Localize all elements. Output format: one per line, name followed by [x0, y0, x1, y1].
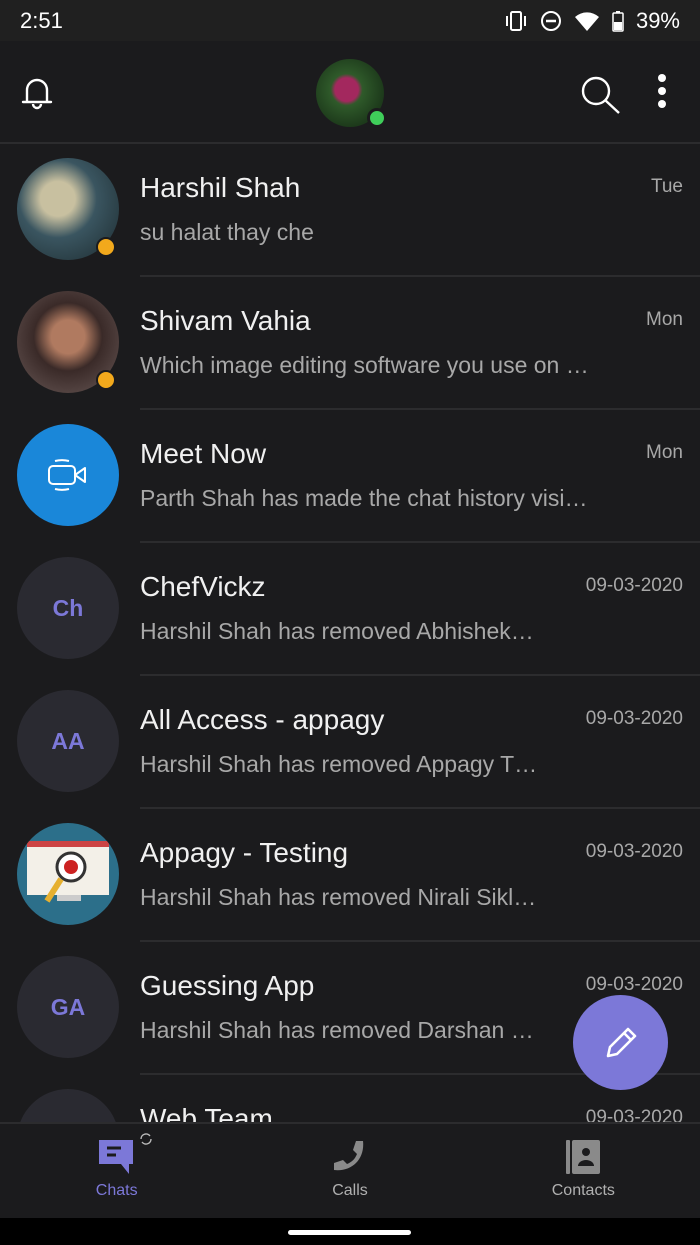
- chat-name: All Access - appagy: [140, 704, 385, 735]
- chat-date: 09-03-2020: [585, 841, 683, 862]
- do-not-disturb-icon: [540, 10, 561, 31]
- online-status-dot: [367, 108, 387, 128]
- chat-preview: Which image editing software you use on …: [140, 352, 589, 378]
- avatar-initials: AA: [17, 690, 119, 792]
- chat-date: 09-03-2020: [585, 575, 683, 596]
- chat-date: Mon: [646, 309, 683, 330]
- bug-image: [27, 841, 109, 903]
- top-app-bar: [0, 41, 700, 144]
- chat-date: 09-03-2020: [585, 708, 683, 729]
- chat-preview: Harshil Shah has removed Abhishek…: [140, 618, 534, 644]
- vibrate-icon: [505, 10, 526, 31]
- chat-name: Shivam Vahia: [140, 305, 311, 336]
- gesture-bar: [0, 1218, 700, 1245]
- chat-name: Meet Now: [140, 438, 267, 469]
- contacts-book-icon: [566, 1140, 601, 1174]
- search-icon[interactable]: [580, 75, 622, 115]
- chat-name: ChefVickz: [140, 571, 266, 602]
- status-bar: 2:51 39%: [0, 0, 700, 41]
- tab-calls[interactable]: Calls: [233, 1124, 466, 1218]
- battery-icon: [612, 10, 624, 32]
- tab-label: Calls: [332, 1182, 368, 1199]
- tab-label: Contacts: [551, 1182, 615, 1199]
- sync-icon: [140, 1133, 152, 1145]
- pencil-icon: [606, 1027, 636, 1057]
- chat-date: Tue: [650, 176, 683, 197]
- bell-icon[interactable]: [20, 75, 54, 111]
- chat-row[interactable]: Ch ChefVickz Harshil Shah has removed Ab…: [0, 543, 700, 676]
- chat-date: 09-03-2020: [585, 1107, 683, 1122]
- tab-contacts[interactable]: Contacts: [467, 1124, 700, 1218]
- chat-row[interactable]: Meet Now Parth Shah has made the chat hi…: [0, 410, 700, 543]
- wifi-icon: [574, 11, 599, 31]
- video-camera-icon: [48, 459, 86, 491]
- tab-chats[interactable]: Chats: [0, 1124, 233, 1218]
- avatar: [17, 823, 119, 925]
- chat-row[interactable]: Shivam Vahia Which image editing softwar…: [0, 277, 700, 410]
- chat-preview: su halat thay che: [140, 219, 314, 245]
- chat-row[interactable]: Harshil Shah su halat thay che Tue: [0, 144, 700, 277]
- home-handle[interactable]: [288, 1230, 411, 1235]
- phone-icon: [333, 1141, 364, 1171]
- chat-date: Mon: [646, 442, 683, 463]
- avatar-initials: Ch: [17, 557, 119, 659]
- tab-label: Chats: [95, 1182, 138, 1199]
- chat-preview: Parth Shah has made the chat history vis…: [140, 485, 588, 511]
- chat-preview: Harshil Shah has removed Appagy T…: [140, 751, 538, 777]
- status-time: 2:51: [20, 7, 63, 33]
- chat-icon: [98, 1140, 133, 1174]
- chat-row[interactable]: AA All Access - appagy Harshil Shah has …: [0, 676, 700, 809]
- chat-row[interactable]: Appagy - Testing Harshil Shah has remove…: [0, 809, 700, 942]
- away-clock-icon: [96, 370, 116, 390]
- chat-name: Appagy - Testing: [140, 837, 349, 868]
- avatar: [17, 424, 119, 526]
- avatar-initials: GA: [17, 956, 119, 1058]
- battery-level: 39%: [635, 7, 680, 33]
- bottom-navigation: Chats Calls Contacts: [0, 1122, 700, 1218]
- chat-preview: Harshil Shah has removed Nirali Sikl…: [140, 884, 537, 910]
- chat-list: Harshil Shah su halat thay che Tue Shiva…: [0, 144, 700, 1122]
- away-clock-icon: [96, 237, 116, 257]
- chat-name: Harshil Shah: [140, 172, 301, 203]
- avatar-initials: [17, 1089, 119, 1122]
- more-vertical-icon[interactable]: [656, 73, 668, 113]
- profile-avatar[interactable]: [316, 59, 387, 128]
- chat-date: 09-03-2020: [585, 974, 683, 995]
- new-chat-button[interactable]: [573, 995, 668, 1090]
- avatar: [17, 158, 119, 260]
- chat-preview: Harshil Shah has removed Darshan …: [140, 1017, 534, 1043]
- chat-name: Guessing App: [140, 970, 315, 1001]
- chat-name: Web Team: [140, 1103, 273, 1122]
- avatar: [17, 291, 119, 393]
